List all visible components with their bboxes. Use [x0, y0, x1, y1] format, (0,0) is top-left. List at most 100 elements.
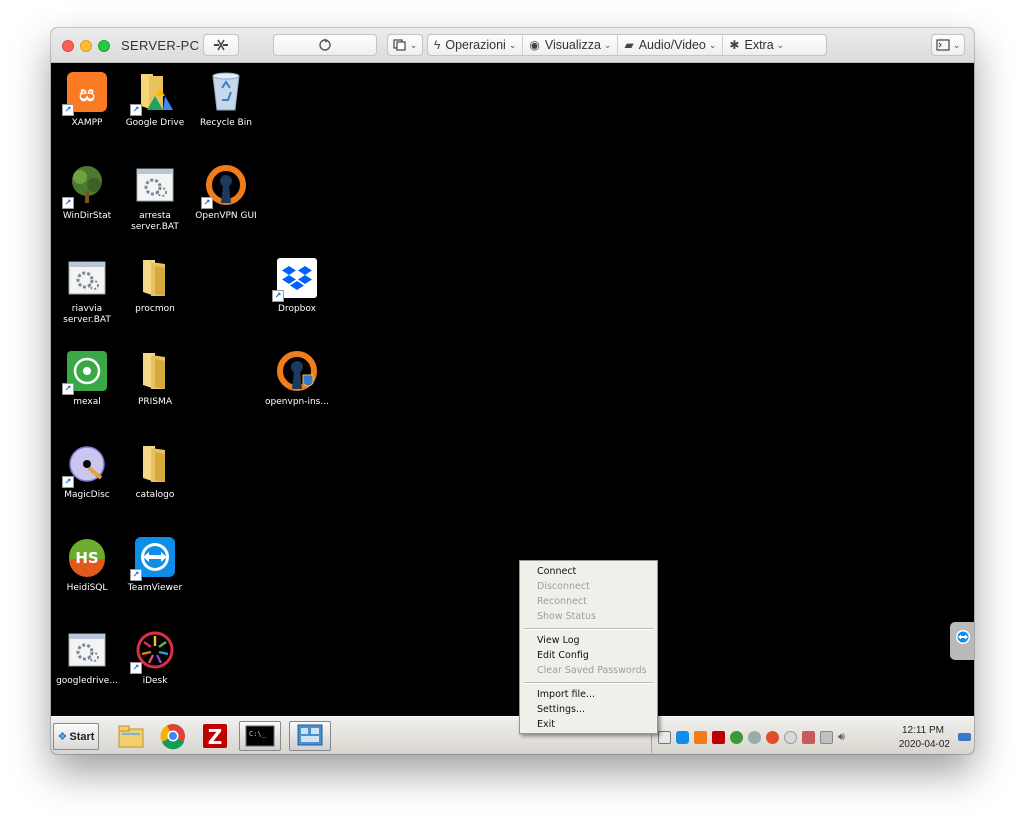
desktop-icon-google-drive[interactable]: ↗ Google Drive: [119, 70, 191, 129]
desktop-icon-label: PRISMA: [138, 397, 172, 407]
desktop-icon-label: iDesk: [142, 676, 168, 686]
menu-operazioni[interactable]: ϟ Operazioni ⌄: [428, 35, 524, 55]
start-button[interactable]: ❖ Start: [53, 723, 99, 750]
desktop-icon-openvpn-gui[interactable]: ↗ OpenVPN GUI: [190, 163, 262, 222]
pin-tray-icon[interactable]: [748, 731, 761, 744]
xampp-tray-icon[interactable]: [694, 731, 707, 744]
folder-icon: [133, 442, 177, 486]
start-label: Start: [69, 730, 95, 743]
openvpn-tray-icon[interactable]: [802, 731, 815, 744]
desktop-icon-label: Recycle Bin: [200, 118, 252, 128]
batch-file-icon: [65, 628, 109, 672]
desktop-icon-magicdisc[interactable]: ↗ MagicDisc: [51, 442, 123, 501]
shortcut-arrow-icon: ↗: [201, 197, 213, 209]
shortcut-arrow-icon: ↗: [62, 383, 74, 395]
menu-item-view-log[interactable]: View Log: [537, 635, 580, 646]
display-tray-icon[interactable]: [820, 731, 833, 744]
clock-date[interactable]: 2020-04-02: [899, 739, 950, 750]
display-select-button[interactable]: ⌄: [387, 34, 423, 56]
menu-extra[interactable]: ✱ Extra ⌄: [723, 35, 790, 55]
chevron-down-icon: ⌄: [708, 39, 717, 50]
desktop-icon-idesk[interactable]: ↗ iDesk: [119, 628, 191, 687]
show-desktop-icon[interactable]: [958, 733, 971, 741]
network-icon[interactable]: [658, 731, 671, 744]
disconnect-button[interactable]: [203, 34, 239, 56]
desktop-icon-recycle-bin[interactable]: Recycle Bin: [190, 70, 262, 129]
menu-item-reconnect[interactable]: Reconnect: [537, 596, 587, 607]
desktop-icon-label: arresta server.BAT: [131, 211, 179, 232]
chevron-down-icon: ⌄: [603, 39, 612, 50]
taskbar-explorer[interactable]: [113, 721, 149, 751]
clock-time[interactable]: 12:11 PM: [902, 725, 944, 736]
menu-item-show-status[interactable]: Show Status: [537, 611, 596, 622]
desktop-icon-label: Google Drive: [125, 118, 185, 128]
desktop-icon-heidisql[interactable]: HS HeidiSQL: [51, 535, 123, 594]
actions-button[interactable]: ⌄: [931, 34, 965, 56]
desktop-icon-openvpn-installer[interactable]: openvpn-ins...: [261, 349, 333, 408]
copy-screen-icon: [393, 39, 406, 51]
chat-icon: ▰: [624, 38, 634, 52]
desktop-icon-teamviewer[interactable]: ↗ TeamViewer: [119, 535, 191, 594]
command-prompt-icon: C:\_: [245, 725, 275, 747]
heidisql-icon: HS: [65, 535, 109, 579]
desktop-icon-xampp[interactable]: ස ↗ XAMPP: [51, 70, 123, 129]
shortcut-arrow-icon: ↗: [272, 290, 284, 302]
menu-item-connect[interactable]: Connect: [537, 566, 576, 577]
batch-file-icon: [65, 256, 109, 300]
shortcut-arrow-icon: ↗: [130, 662, 142, 674]
taskbar-chrome[interactable]: [155, 721, 191, 751]
desktop-icon-arresta-server[interactable]: arresta server.BAT: [119, 163, 191, 233]
desktop-icon-label: openvpn-ins...: [265, 397, 329, 407]
antivirus-tray-icon[interactable]: [766, 731, 779, 744]
menu-item-import-file[interactable]: Import file...: [537, 689, 595, 700]
volume-icon[interactable]: 🔊︎: [838, 731, 851, 744]
shortcut-arrow-icon: ↗: [62, 104, 74, 116]
help-tray-icon[interactable]: [712, 731, 725, 744]
close-window-button[interactable]: [62, 40, 74, 52]
desktop-icon-googledrive-file[interactable]: googledrive...: [51, 628, 123, 687]
menu-operazioni-label: Operazioni: [445, 38, 506, 52]
desktop-icon-label: WinDirStat: [62, 211, 112, 221]
dropbox-tray-icon[interactable]: [784, 731, 797, 744]
teamviewer-tray-icon[interactable]: [676, 731, 689, 744]
desktop-icon-dropbox[interactable]: ↗ Dropbox: [261, 256, 333, 315]
shortcut-arrow-icon: ↗: [130, 104, 142, 116]
taskbar-control-panel[interactable]: [289, 721, 331, 751]
chevron-down-icon: ⌄: [508, 39, 517, 50]
menu-item-disconnect[interactable]: Disconnect: [537, 581, 590, 592]
desktop-icon-mexal[interactable]: ↗ mexal: [51, 349, 123, 408]
mexal-icon: ↗: [62, 349, 109, 395]
session-status-button[interactable]: [273, 34, 377, 56]
magicdisc-icon: ↗: [62, 442, 109, 488]
svg-text:ස: ස: [79, 82, 95, 107]
file-explorer-icon: [118, 725, 144, 748]
desktop-icon-riavvia-server[interactable]: riavvia server.BAT: [51, 256, 123, 326]
chevron-down-icon: ⌄: [776, 39, 785, 50]
teamviewer-side-panel-tab[interactable]: [950, 622, 974, 660]
menu-visualizza[interactable]: ◉ Visualizza ⌄: [523, 35, 619, 55]
idesk-icon: ↗: [130, 628, 177, 674]
minimize-window-button[interactable]: [80, 40, 92, 52]
desktop-icon-catalogo[interactable]: catalogo: [119, 442, 191, 501]
menu-item-clear-saved-passwords[interactable]: Clear Saved Passwords: [537, 665, 647, 676]
menu-item-exit[interactable]: Exit: [537, 719, 555, 730]
menu-item-edit-config[interactable]: Edit Config: [537, 650, 589, 661]
desktop-icon-label: XAMPP: [71, 118, 103, 128]
menu-item-settings[interactable]: Settings...: [537, 704, 585, 715]
folder-icon: [133, 256, 177, 300]
menu-audio-video[interactable]: ▰ Audio/Video ⌄: [618, 35, 724, 55]
taskbar: ❖ Start Z C:\_ 🔊︎ 12:11 PM 2020-04-02: [51, 716, 974, 754]
desktop-icon-windirstat[interactable]: ↗ WinDirStat: [51, 163, 123, 222]
desktop-icon-procmon[interactable]: procmon: [119, 256, 191, 315]
taskbar-filezilla[interactable]: Z: [197, 721, 233, 751]
tools-icon: ✱: [729, 38, 740, 52]
filezilla-icon: Z: [203, 724, 227, 749]
toolbar-menu-group: ϟ Operazioni ⌄ ◉ Visualizza ⌄ ▰ Audio/Vi…: [427, 34, 827, 56]
maximize-window-button[interactable]: [98, 40, 110, 52]
menu-visualizza-label: Visualizza: [544, 38, 601, 52]
sync-tray-icon[interactable]: [730, 731, 743, 744]
taskbar-command-prompt[interactable]: C:\_: [239, 721, 281, 751]
terminal-icon: [936, 39, 950, 51]
desktop-icon-prisma[interactable]: PRISMA: [119, 349, 191, 408]
svg-text:C:\_: C:\_: [249, 730, 267, 738]
